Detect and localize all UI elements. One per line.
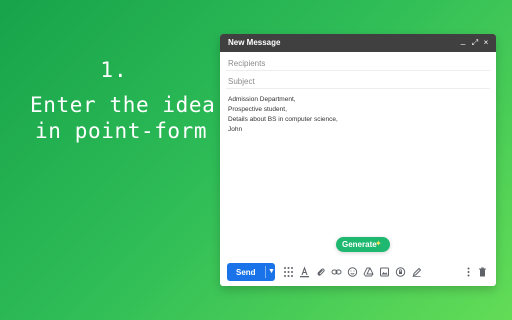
hero-instruction-line-1: Enter the idea: [30, 93, 216, 117]
emoji-icon[interactable]: [347, 266, 358, 278]
minimize-icon[interactable]: _: [459, 36, 467, 45]
send-button-group: Send ▼: [227, 263, 275, 281]
hero-instruction-line-2: in point-form: [35, 119, 208, 143]
formatting-icon[interactable]: [283, 266, 294, 278]
recipients-field[interactable]: Recipients: [226, 54, 490, 71]
recipients-placeholder: Recipients: [228, 59, 266, 68]
generate-label: Generate: [342, 240, 377, 249]
generate-button[interactable]: Generate ✦: [336, 237, 390, 252]
send-button[interactable]: Send: [227, 263, 265, 281]
compose-window: New Message _ ⤢ × Recipients Subject Adm…: [220, 34, 496, 286]
subject-placeholder: Subject: [228, 77, 255, 86]
body-line-1: Admission Department,: [228, 96, 296, 103]
send-options-button[interactable]: ▼: [266, 263, 275, 281]
expand-icon[interactable]: ⤢: [471, 38, 479, 47]
discard-draft-icon[interactable]: [477, 266, 488, 278]
link-icon[interactable]: [331, 266, 342, 278]
subject-field[interactable]: Subject: [226, 72, 490, 89]
drive-icon[interactable]: [363, 266, 374, 278]
signature-icon[interactable]: [411, 266, 422, 278]
compose-header: New Message _ ⤢ ×: [220, 34, 496, 52]
hero-step-number: 1.: [100, 58, 128, 82]
attachment-icon[interactable]: [315, 266, 326, 278]
caret-down-icon: ▼: [268, 268, 275, 275]
body-line-3: Details about BS in computer science,: [228, 116, 338, 123]
message-body[interactable]: Admission Department, Prospective studen…: [228, 95, 478, 135]
more-options-icon[interactable]: [463, 266, 474, 278]
body-line-2: Prospective student,: [228, 106, 287, 113]
send-label: Send: [236, 268, 256, 277]
confidential-mode-icon[interactable]: [395, 266, 406, 278]
close-icon[interactable]: ×: [482, 38, 490, 47]
compose-title: New Message: [228, 38, 281, 47]
body-line-4: John: [228, 126, 243, 133]
photo-icon[interactable]: [379, 266, 390, 278]
sparkles-icon: ✦: [375, 239, 382, 248]
text-color-icon[interactable]: [299, 266, 310, 278]
